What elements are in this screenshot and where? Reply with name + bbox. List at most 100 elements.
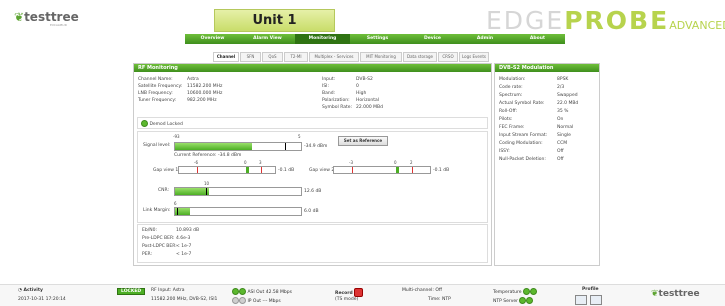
temperature-icon-2: [529, 288, 537, 295]
nav-settings[interactable]: Settings: [350, 34, 405, 44]
rf-monitoring-panel: RF Monitoring Channel Name: Satellite Fr…: [133, 63, 492, 266]
profile-save-icon[interactable]: [575, 295, 587, 305]
value-roll-off: 35 %: [557, 109, 569, 114]
ip-out-status: IP Out --- Mbps: [232, 297, 281, 304]
cnr-tick: 10: [204, 181, 210, 186]
tab-channel[interactable]: Channel: [213, 52, 239, 62]
current-reference: Current Reference: -34.8 dBm: [174, 153, 242, 158]
asi-out-status: ASI Out 42.58 Mbps: [232, 288, 292, 295]
label-coding-modulation: Coding Modulation:: [499, 141, 543, 146]
nav-device[interactable]: Device: [405, 34, 460, 44]
nav-admin[interactable]: Admin: [460, 34, 510, 44]
label-spectrum: Spectrum:: [499, 93, 523, 98]
value-satellite-frequency: 11582.200 MHz: [187, 84, 223, 89]
link-margin-label: Link Margin:: [143, 208, 171, 213]
gap-view-2-label: Gap view 2:: [309, 168, 336, 173]
ntp-icon: [519, 297, 527, 304]
nav-overview[interactable]: Overview: [185, 34, 240, 44]
value-actual-symbol-rate: 22.0 MBd: [557, 101, 579, 106]
nav-about[interactable]: About: [510, 34, 565, 44]
link-margin-value: 6.0 dB: [304, 209, 319, 214]
gap2-value-marker: [396, 167, 399, 173]
tab-crso[interactable]: CRSO: [438, 52, 458, 62]
value-symbol-rate: 22.000 MBd: [356, 105, 384, 110]
tab-t2mi[interactable]: T2-MI: [284, 52, 308, 62]
ntp-server-status: NTP Server: [493, 297, 534, 304]
value-spectrum: Swapped: [557, 93, 578, 98]
tab-data-storage[interactable]: Data storage: [403, 52, 437, 62]
footer-rf-detail: 11582.200 MHz, DVB-S2, ISI1: [151, 297, 218, 302]
status-ok-icon: [141, 120, 148, 127]
tab-mit-monitoring[interactable]: MIT Monitoring: [360, 52, 402, 62]
link-margin-bar: [174, 207, 302, 216]
ntp-icon-2: [526, 297, 534, 304]
value-isi: 0: [356, 84, 359, 89]
record-mode: (TS mode): [335, 297, 359, 302]
gap1-tick-min: -6: [194, 160, 198, 165]
temperature-icon: [522, 288, 530, 295]
label-lnb-frequency: LNB Frequency:: [138, 91, 173, 96]
tab-sfn[interactable]: SFN: [240, 52, 261, 62]
nav-monitoring[interactable]: Monitoring: [295, 34, 350, 44]
label-code-rate: Code rate:: [499, 85, 523, 90]
value-pre-ldpc-ber: 4.6e-3: [176, 236, 191, 241]
label-input-stream-format: Input Stream Format:: [499, 133, 548, 138]
value-null-packet-deletion: Off: [557, 157, 564, 162]
label-modulation: Modulation:: [499, 77, 526, 82]
label-fec-frame: FEC Frame:: [499, 125, 525, 130]
signal-min-tick: -93: [173, 134, 180, 139]
signal-reference-marker: [285, 143, 286, 150]
value-lnb-frequency: 10600.000 MHz: [187, 91, 223, 96]
value-ebn0: 10.893 dB: [176, 228, 200, 233]
record-button[interactable]: Record: [335, 288, 364, 297]
set-as-reference-button[interactable]: Set as Reference: [338, 136, 388, 146]
dvb-s2-title: DVB-S2 Modulation: [495, 64, 599, 72]
value-fec-frame: Normal: [557, 125, 574, 130]
value-post-ldpc-ber: < 1e-7: [176, 244, 192, 249]
gap-view-1-label: Gap view 1:: [153, 168, 180, 173]
asi-status-icon: [232, 288, 239, 295]
footer-logo: ❦testtree: [651, 289, 700, 299]
tab-multiplex-services[interactable]: Multiplex - Services: [309, 52, 359, 62]
rf-monitoring-title: RF Monitoring: [134, 64, 491, 72]
value-issy: Off: [557, 149, 564, 154]
signal-level-value: -34.9 dBm: [304, 144, 328, 149]
footer-timestamp: 2017-10-31 17:20:14: [18, 297, 66, 302]
gap2-tick-min: -3: [349, 160, 353, 165]
profile-label: Profile: [582, 287, 599, 292]
label-tuner-frequency: Tuner Frequency:: [138, 98, 177, 103]
status-footer: ◔ Activity 2017-10-31 17:20:14 LOCKED RF…: [0, 284, 725, 306]
value-channel-name: Astra: [187, 77, 199, 82]
testtree-logo: ❦testtree: [14, 10, 79, 24]
multichannel-status: Multi-channel: Off: [402, 288, 443, 293]
label-ebn0: Eb/N0:: [142, 228, 157, 233]
activity-link[interactable]: ◔ Activity: [18, 288, 43, 293]
gap-view-2-bar: [333, 166, 431, 174]
footer-leaf-icon: ❦: [651, 289, 659, 299]
signal-levels-section: Signal level: -93 5 -34.9 dBm Set as Ref…: [137, 131, 488, 223]
locked-badge: LOCKED: [117, 288, 146, 295]
gap1-high-marker: [261, 167, 262, 173]
signal-max-tick: 5: [298, 134, 301, 139]
gap1-tick-zero: 0: [244, 160, 247, 165]
profile-load-icon[interactable]: [590, 295, 602, 305]
nav-alarm-view[interactable]: Alarm View: [240, 34, 295, 44]
value-modulation: 8PSK: [557, 77, 569, 82]
error-stats-section: Eb/N0: Pre-LDPC BER: Post-LDPC BER: PER:…: [137, 224, 488, 263]
value-code-rate: 2/3: [557, 85, 565, 90]
tab-logs-events[interactable]: Logs Events: [459, 52, 489, 62]
gap2-tick-max: 2: [410, 160, 413, 165]
demod-status: Demod Locked: [149, 122, 183, 127]
label-issy: ISSY:: [499, 149, 510, 154]
label-pilots: Pilots:: [499, 117, 513, 122]
value-per: < 1e-7: [176, 252, 192, 257]
label-isi: ISI:: [322, 84, 330, 89]
gap1-value-marker: [246, 167, 249, 173]
footer-rf-input: RF Input: Astra: [151, 288, 185, 293]
tab-qos[interactable]: QoS: [262, 52, 283, 62]
link-margin-marker: [177, 208, 178, 215]
value-coding-modulation: CCM: [557, 141, 568, 146]
value-tuner-frequency: 982.200 MHz: [187, 98, 217, 103]
signal-level-fill: [175, 143, 252, 150]
label-pre-ldpc-ber: Pre-LDPC BER:: [142, 236, 175, 241]
